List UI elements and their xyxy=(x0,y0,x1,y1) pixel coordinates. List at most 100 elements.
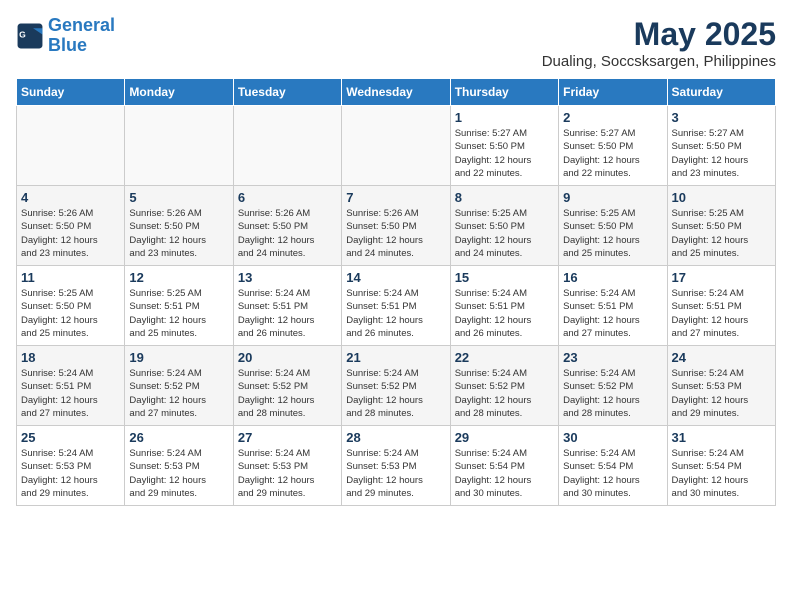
day-info: Sunrise: 5:24 AM Sunset: 5:52 PM Dayligh… xyxy=(129,367,228,420)
calendar-cell: 13Sunrise: 5:24 AM Sunset: 5:51 PM Dayli… xyxy=(233,266,341,346)
day-number: 22 xyxy=(455,350,554,365)
day-info: Sunrise: 5:24 AM Sunset: 5:52 PM Dayligh… xyxy=(455,367,554,420)
day-number: 12 xyxy=(129,270,228,285)
day-info: Sunrise: 5:24 AM Sunset: 5:52 PM Dayligh… xyxy=(346,367,445,420)
header-sunday: Sunday xyxy=(17,79,125,106)
week-row-4: 18Sunrise: 5:24 AM Sunset: 5:51 PM Dayli… xyxy=(17,346,776,426)
title-block: May 2025 Dualing, Soccsksargen, Philippi… xyxy=(542,16,776,70)
day-info: Sunrise: 5:24 AM Sunset: 5:53 PM Dayligh… xyxy=(672,367,771,420)
logo-icon: G xyxy=(16,22,44,50)
calendar-cell: 6 Sunrise: 5:26 AM Sunset: 5:50 PM Daylig… xyxy=(233,186,341,266)
calendar-cell: 5 Sunrise: 5:26 AM Sunset: 5:50 PM Daylig… xyxy=(125,186,233,266)
calendar-cell xyxy=(233,106,341,186)
logo-text: General Blue xyxy=(48,16,115,56)
page-subtitle: Dualing, Soccsksargen, Philippines xyxy=(542,53,776,70)
header-wednesday: Wednesday xyxy=(342,79,450,106)
day-info: Sunrise: 5:24 AM Sunset: 5:52 PM Dayligh… xyxy=(238,367,337,420)
day-number: 24 xyxy=(672,350,771,365)
calendar-cell: 12 Sunrise: 5:25 AM Sunset: 5:51 PM Dayli… xyxy=(125,266,233,346)
day-number: 14 xyxy=(346,270,445,285)
day-number: 5 xyxy=(129,190,228,205)
calendar-cell: 29 Sunrise: 5:24 AM Sunset: 5:54 PM Dayli… xyxy=(450,426,558,506)
day-info: Sunrise: 5:26 AM Sunset: 5:50 PM Dayligh… xyxy=(238,207,337,260)
day-number: 16 xyxy=(563,270,662,285)
day-number: 18 xyxy=(21,350,120,365)
day-info: Sunrise: 5:27 AM Sunset: 5:50 PM Dayligh… xyxy=(563,127,662,180)
day-number: 31 xyxy=(672,430,771,445)
calendar-cell xyxy=(125,106,233,186)
day-info: Sunrise: 5:27 AM Sunset: 5:50 PM Dayligh… xyxy=(455,127,554,180)
calendar-cell: 19 Sunrise: 5:24 AM Sunset: 5:52 PM Dayli… xyxy=(125,346,233,426)
calendar-cell: 14 Sunrise: 5:24 AM Sunset: 5:51 PM Dayli… xyxy=(342,266,450,346)
day-number: 3 xyxy=(672,110,771,125)
day-number: 13 xyxy=(238,270,337,285)
day-info: Sunrise: 5:24 AM Sunset: 5:51 PM Dayligh… xyxy=(563,287,662,340)
day-info: Sunrise: 5:26 AM Sunset: 5:50 PM Dayligh… xyxy=(129,207,228,260)
calendar-cell: 2Sunrise: 5:27 AM Sunset: 5:50 PM Daylig… xyxy=(559,106,667,186)
calendar-cell: 10 Sunrise: 5:25 AM Sunset: 5:50 PM Dayli… xyxy=(667,186,775,266)
day-info: Sunrise: 5:24 AM Sunset: 5:53 PM Dayligh… xyxy=(346,447,445,500)
week-row-3: 11 Sunrise: 5:25 AM Sunset: 5:50 PM Dayli… xyxy=(17,266,776,346)
day-number: 28 xyxy=(346,430,445,445)
day-number: 7 xyxy=(346,190,445,205)
day-info: Sunrise: 5:25 AM Sunset: 5:50 PM Dayligh… xyxy=(21,287,120,340)
day-number: 21 xyxy=(346,350,445,365)
day-number: 29 xyxy=(455,430,554,445)
day-info: Sunrise: 5:24 AM Sunset: 5:54 PM Dayligh… xyxy=(455,447,554,500)
page-title: May 2025 xyxy=(542,16,776,53)
day-number: 20 xyxy=(238,350,337,365)
logo: G General Blue xyxy=(16,16,115,56)
calendar-cell: 26Sunrise: 5:24 AM Sunset: 5:53 PM Dayli… xyxy=(125,426,233,506)
day-number: 19 xyxy=(129,350,228,365)
calendar-cell: 11 Sunrise: 5:25 AM Sunset: 5:50 PM Dayli… xyxy=(17,266,125,346)
calendar-cell: 25Sunrise: 5:24 AM Sunset: 5:53 PM Dayli… xyxy=(17,426,125,506)
day-number: 30 xyxy=(563,430,662,445)
day-info: Sunrise: 5:25 AM Sunset: 5:51 PM Dayligh… xyxy=(129,287,228,340)
day-number: 11 xyxy=(21,270,120,285)
calendar-cell xyxy=(17,106,125,186)
calendar-cell: 31Sunrise: 5:24 AM Sunset: 5:54 PM Dayli… xyxy=(667,426,775,506)
calendar-table: SundayMondayTuesdayWednesdayThursdayFrid… xyxy=(16,78,776,506)
day-info: Sunrise: 5:25 AM Sunset: 5:50 PM Dayligh… xyxy=(563,207,662,260)
day-number: 6 xyxy=(238,190,337,205)
header-tuesday: Tuesday xyxy=(233,79,341,106)
header-friday: Friday xyxy=(559,79,667,106)
day-number: 10 xyxy=(672,190,771,205)
week-row-2: 4 Sunrise: 5:26 AM Sunset: 5:50 PM Daylig… xyxy=(17,186,776,266)
page-header: G General Blue May 2025 Dualing, Soccsks… xyxy=(16,16,776,70)
header-saturday: Saturday xyxy=(667,79,775,106)
calendar-cell: 20 Sunrise: 5:24 AM Sunset: 5:52 PM Dayli… xyxy=(233,346,341,426)
week-row-1: 1 Sunrise: 5:27 AM Sunset: 5:50 PM Daylig… xyxy=(17,106,776,186)
calendar-cell: 18Sunrise: 5:24 AM Sunset: 5:51 PM Dayli… xyxy=(17,346,125,426)
day-info: Sunrise: 5:25 AM Sunset: 5:50 PM Dayligh… xyxy=(455,207,554,260)
day-number: 17 xyxy=(672,270,771,285)
day-info: Sunrise: 5:24 AM Sunset: 5:53 PM Dayligh… xyxy=(238,447,337,500)
calendar-cell: 3 Sunrise: 5:27 AM Sunset: 5:50 PM Daylig… xyxy=(667,106,775,186)
calendar-cell xyxy=(342,106,450,186)
day-info: Sunrise: 5:24 AM Sunset: 5:51 PM Dayligh… xyxy=(346,287,445,340)
calendar-cell: 16 Sunrise: 5:24 AM Sunset: 5:51 PM Dayli… xyxy=(559,266,667,346)
day-info: Sunrise: 5:24 AM Sunset: 5:54 PM Dayligh… xyxy=(563,447,662,500)
day-number: 8 xyxy=(455,190,554,205)
calendar-cell: 28 Sunrise: 5:24 AM Sunset: 5:53 PM Dayli… xyxy=(342,426,450,506)
calendar-cell: 21 Sunrise: 5:24 AM Sunset: 5:52 PM Dayli… xyxy=(342,346,450,426)
day-number: 9 xyxy=(563,190,662,205)
day-number: 4 xyxy=(21,190,120,205)
day-number: 15 xyxy=(455,270,554,285)
calendar-cell: 30 Sunrise: 5:24 AM Sunset: 5:54 PM Dayli… xyxy=(559,426,667,506)
calendar-cell: 27 Sunrise: 5:24 AM Sunset: 5:53 PM Dayli… xyxy=(233,426,341,506)
calendar-cell: 1 Sunrise: 5:27 AM Sunset: 5:50 PM Daylig… xyxy=(450,106,558,186)
header-monday: Monday xyxy=(125,79,233,106)
calendar-header-row: SundayMondayTuesdayWednesdayThursdayFrid… xyxy=(17,79,776,106)
header-thursday: Thursday xyxy=(450,79,558,106)
calendar-cell: 7Sunrise: 5:26 AM Sunset: 5:50 PM Daylig… xyxy=(342,186,450,266)
calendar-cell: 22 Sunrise: 5:24 AM Sunset: 5:52 PM Dayli… xyxy=(450,346,558,426)
day-number: 1 xyxy=(455,110,554,125)
day-info: Sunrise: 5:24 AM Sunset: 5:51 PM Dayligh… xyxy=(455,287,554,340)
calendar-cell: 17Sunrise: 5:24 AM Sunset: 5:51 PM Dayli… xyxy=(667,266,775,346)
day-info: Sunrise: 5:24 AM Sunset: 5:52 PM Dayligh… xyxy=(563,367,662,420)
day-info: Sunrise: 5:25 AM Sunset: 5:50 PM Dayligh… xyxy=(672,207,771,260)
day-number: 25 xyxy=(21,430,120,445)
day-info: Sunrise: 5:27 AM Sunset: 5:50 PM Dayligh… xyxy=(672,127,771,180)
day-number: 27 xyxy=(238,430,337,445)
